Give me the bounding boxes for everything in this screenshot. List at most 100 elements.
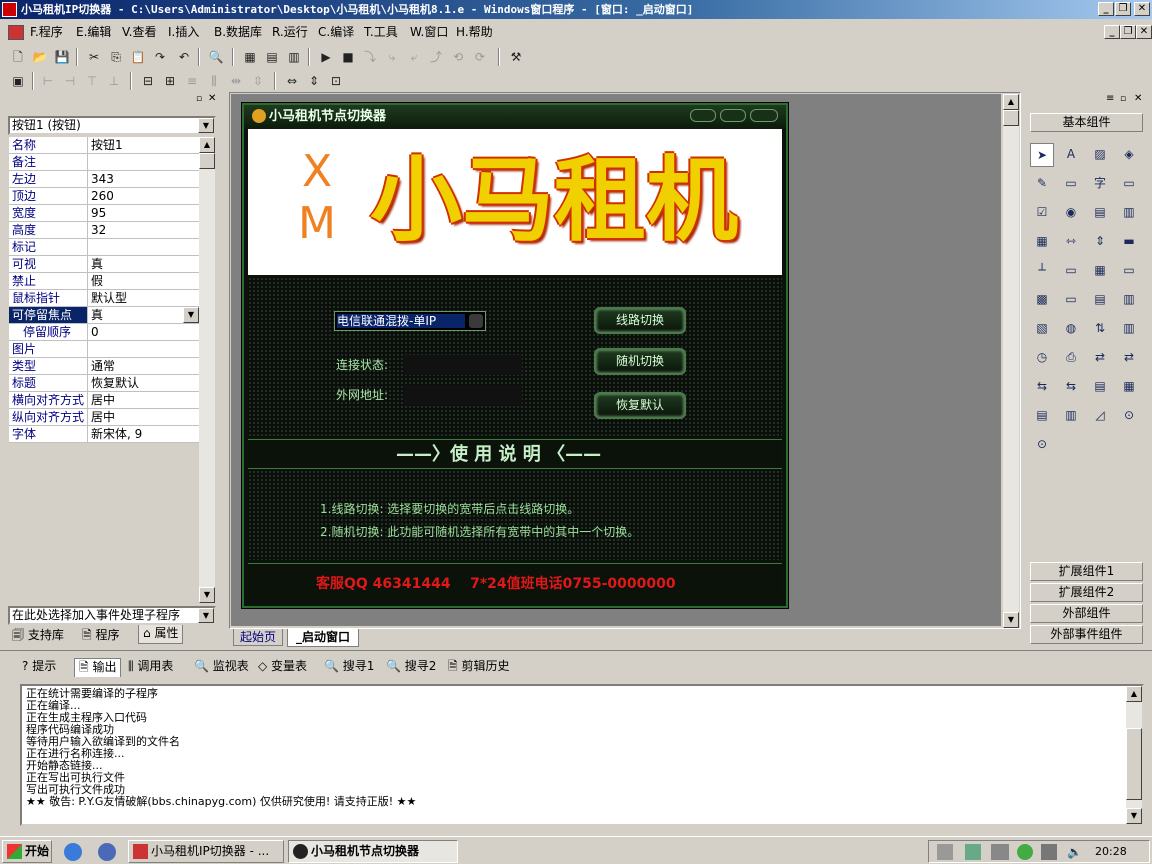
image-icon[interactable]: ▨ (1088, 143, 1112, 167)
find-icon[interactable]: 🔍 (208, 49, 224, 65)
property-value[interactable]: 0 (89, 324, 199, 340)
scroll-down-icon[interactable]: ▼ (199, 587, 215, 603)
align-right-icon[interactable]: ⊣ (62, 73, 78, 89)
mdi-minimize-button[interactable]: _ (1104, 25, 1120, 39)
menu-tools[interactable]: T.工具 (364, 24, 398, 40)
property-value[interactable]: 假 (89, 273, 199, 289)
stop-icon[interactable]: ■ (340, 49, 356, 65)
property-value[interactable]: 默认型 (89, 290, 199, 306)
mdi-close-button[interactable]: ✕ (1136, 25, 1152, 39)
vm-icon[interactable] (991, 844, 1009, 860)
center-v-icon[interactable]: ⊞ (162, 73, 178, 89)
checkbox-icon[interactable]: ☑ (1030, 201, 1054, 225)
form-close-button[interactable] (750, 109, 778, 122)
align-icon[interactable]: ▥ (1117, 317, 1141, 341)
menu-help[interactable]: H.帮助 (456, 24, 493, 40)
step-4-icon[interactable]: ⤴ (428, 49, 444, 65)
output-scrollbar[interactable]: ▲ ▼ (1126, 686, 1142, 824)
new-file-icon[interactable]: 🗋 (10, 49, 26, 65)
property-row[interactable]: 可视真 (9, 256, 199, 273)
property-value[interactable]: 真 (89, 256, 199, 272)
tool-icon[interactable]: ⚒ (508, 49, 524, 65)
property-row[interactable]: 禁止假 (9, 273, 199, 290)
tab-startup-window[interactable]: _启动窗口 (287, 629, 360, 647)
property-row[interactable]: 备注 (9, 154, 199, 171)
tabs-icon[interactable]: ▭ (1059, 259, 1083, 283)
scroll-thumb[interactable] (199, 153, 215, 169)
property-row[interactable]: 高度 32 (9, 222, 199, 239)
size-both-icon[interactable]: ⊡ (328, 73, 344, 89)
align-top-icon[interactable]: ⊤ (84, 73, 100, 89)
external-group[interactable]: 外部组件 (1030, 604, 1143, 623)
same-width-icon[interactable]: ≡ (184, 73, 200, 89)
radio-icon[interactable]: ◉ (1059, 201, 1083, 225)
redo-icon[interactable]: ↷ (152, 49, 168, 65)
output-tab[interactable]: 🔍 搜寻2 (382, 658, 440, 677)
task-switcher[interactable]: 小马租机节点切换器 (288, 840, 458, 863)
output-scroll-up-icon[interactable]: ▲ (1126, 686, 1142, 702)
odbc2-icon[interactable]: ⊙ (1030, 433, 1054, 457)
panel-close-icon[interactable]: ✕ (208, 93, 216, 104)
menu-program[interactable]: F.程序 (30, 24, 63, 40)
menu-view[interactable]: V.查看 (122, 24, 157, 40)
odbc-icon[interactable]: ⊙ (1117, 404, 1141, 428)
printer-icon[interactable]: ⎙ (1059, 346, 1083, 370)
property-row[interactable]: 图片 (9, 341, 199, 358)
undo-icon[interactable]: ↶ (176, 49, 192, 65)
property-value[interactable] (89, 341, 199, 357)
menu-insert[interactable]: I.插入 (168, 24, 199, 40)
external-event-group[interactable]: 外部事件组件 (1030, 625, 1143, 644)
property-value[interactable]: 恢复默认 (89, 375, 199, 391)
output-tab[interactable]: ⫼ 调用表 (124, 658, 177, 677)
center-h-icon[interactable]: ⊟ (140, 73, 156, 89)
rect-icon[interactable]: ▭ (1117, 172, 1141, 196)
design-scroll-down-icon[interactable]: ▼ (1003, 612, 1019, 628)
property-value[interactable]: 32 (89, 222, 199, 238)
property-row[interactable]: 顶边 260 (9, 188, 199, 205)
cut-icon[interactable]: ✂ (86, 49, 102, 65)
form-maximize-button[interactable] (720, 109, 746, 122)
network-icon[interactable] (1041, 844, 1057, 860)
property-scrollbar[interactable]: ▲ ▼ (199, 137, 215, 603)
quicklaunch-icon[interactable] (98, 843, 116, 861)
size-h-icon[interactable]: ⇔ (284, 73, 300, 89)
layout-1-icon[interactable]: ▦ (242, 49, 258, 65)
same-height-icon[interactable]: ⫼ (206, 73, 222, 89)
grid3-icon[interactable]: ▦ (1117, 375, 1141, 399)
scroll-up-icon[interactable]: ▲ (199, 137, 215, 153)
output-pane[interactable]: 正在统计需要编译的子程序 正在编译... 正在生成主程序入口代码 程序代码编译成功 等待… (20, 684, 1144, 826)
paste-icon[interactable]: 📋 (130, 49, 146, 65)
output-scroll-down-icon[interactable]: ▼ (1126, 808, 1142, 824)
layout-2-icon[interactable]: ▤ (264, 49, 280, 65)
step-6-icon[interactable]: ⟳ (472, 49, 488, 65)
output-tab[interactable]: ◇ 变量表 (254, 658, 311, 677)
output-scroll-thumb[interactable] (1126, 728, 1142, 800)
property-value[interactable] (89, 154, 199, 170)
form-icon[interactable]: ▣ (10, 73, 26, 89)
table-icon[interactable]: ▩ (1030, 288, 1054, 312)
frame-icon[interactable]: ▭ (1059, 172, 1083, 196)
minimize-button[interactable]: _ (1098, 2, 1114, 16)
random-switch-button[interactable]: 随机切换 (594, 348, 686, 375)
component-selector[interactable]: 按钮1 (按钮) ▼ (8, 116, 216, 135)
form-minimize-button[interactable] (690, 109, 716, 122)
output-tab[interactable]: 🔍 监视表 (190, 658, 253, 677)
right-panel-menu-icon[interactable]: ≡ (1106, 93, 1114, 104)
edit-icon[interactable]: ✎ (1030, 172, 1054, 196)
line-selector[interactable]: 电信联通混拨-单IP (334, 311, 486, 331)
property-value[interactable]: 居中 (89, 392, 199, 408)
dir-icon[interactable]: ▤ (1088, 288, 1112, 312)
chart-icon[interactable]: ▧ (1030, 317, 1054, 341)
property-row[interactable]: 纵向对齐方式 居中 (9, 409, 199, 426)
output-tab[interactable]: 🗎 剪辑历史 (444, 658, 513, 677)
grid-icon[interactable]: ▦ (1030, 230, 1054, 254)
property-row[interactable]: 标题 恢复默认 (9, 375, 199, 392)
property-row[interactable]: 鼠标指针 默认型 (9, 290, 199, 307)
menu-database[interactable]: B.数据库 (214, 24, 262, 40)
menu-compile[interactable]: C.编译 (318, 24, 354, 40)
property-value[interactable] (89, 239, 199, 255)
menu-window[interactable]: W.窗口 (410, 24, 448, 40)
property-row[interactable]: 可停留焦点真 ▼ (9, 307, 199, 324)
ext-group-2[interactable]: 扩展组件2 (1030, 583, 1143, 602)
align-left-icon[interactable]: ⊢ (40, 73, 56, 89)
